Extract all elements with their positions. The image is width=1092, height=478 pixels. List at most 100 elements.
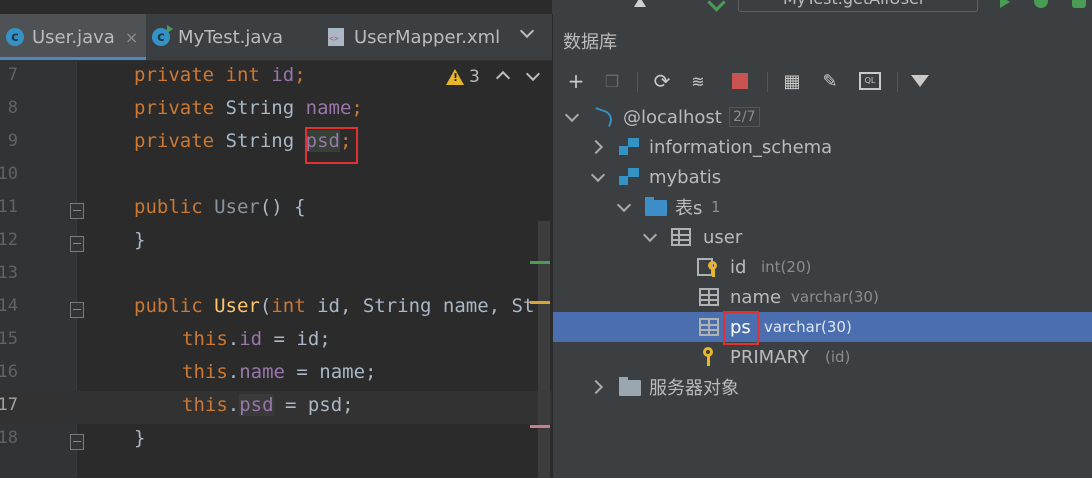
coverage-icon[interactable] <box>1072 0 1086 8</box>
code-text: public User(int id, String name, St <box>134 295 535 317</box>
highlight-box-ps <box>723 311 759 345</box>
editor-scrollbar[interactable] <box>538 221 550 478</box>
fold-marker-icon[interactable] <box>70 203 84 219</box>
code-line: 14 public User(int id, String name, St <box>0 292 552 325</box>
code-text: this.name = name; <box>182 361 377 383</box>
code-line-current: 17 this.psd = psd; <box>0 391 552 424</box>
previous-highlight-icon[interactable] <box>495 70 511 86</box>
warning-marker <box>530 301 550 304</box>
code-line: 9 private String psd; <box>0 127 552 160</box>
fold-marker-icon[interactable] <box>70 434 84 450</box>
tree-node-localhost[interactable]: @localhost 2/7 <box>553 102 1092 132</box>
code-line: 12 } <box>0 226 552 259</box>
warning-icon <box>446 69 464 85</box>
chevron-right-icon[interactable] <box>588 379 604 395</box>
code-text: this.id = id; <box>182 328 331 350</box>
line-number: 11 <box>0 197 18 217</box>
code-line: 15 this.id = id; <box>0 325 552 358</box>
close-icon[interactable]: × <box>125 28 138 47</box>
xml-file-icon <box>328 28 344 46</box>
host-label: @localhost <box>623 106 722 128</box>
add-icon[interactable]: + <box>565 69 587 93</box>
tree-node-server-objects[interactable]: 服务器对象 <box>553 372 1092 402</box>
code-text: } <box>134 229 146 251</box>
schema-count-badge: 2/7 <box>729 107 760 127</box>
tab-user-java[interactable]: c User.java × <box>0 14 146 60</box>
table-view-icon[interactable]: ▦ <box>781 70 803 92</box>
tree-node-primary-key[interactable]: PRIMARY (id) <box>553 342 1092 372</box>
tree-node-column-id[interactable]: id int(20) <box>553 252 1092 282</box>
line-number: 8 <box>7 98 18 118</box>
run-icon[interactable] <box>1000 0 1010 8</box>
code-text: } <box>134 427 146 449</box>
class-icon: c <box>6 28 24 46</box>
table-label: user <box>703 226 743 248</box>
table-icon <box>671 228 691 246</box>
code-text: private String name; <box>134 97 363 119</box>
line-number: 16 <box>0 362 18 382</box>
code-text: public User() { <box>134 196 306 218</box>
tree-node-column-ps[interactable]: ps varchar(30) <box>553 311 1092 345</box>
tree-node-information-schema[interactable]: information_schema <box>553 132 1092 162</box>
table-count: 1 <box>711 198 721 216</box>
schema-label: mybatis <box>649 166 722 188</box>
inspection-widget[interactable]: 3 <box>446 67 480 87</box>
code-line: 7 private int id; 3 <box>0 61 552 94</box>
tree-node-user-table[interactable]: user <box>553 222 1092 252</box>
fold-marker-icon[interactable] <box>70 236 84 252</box>
code-text: this.psd = psd; <box>182 394 354 416</box>
database-toolbar: + ❐ ⟳ ≋ ▦ ✎ QL <box>553 64 1092 100</box>
fold-marker-icon[interactable] <box>70 302 84 318</box>
editor-tab-bar: c User.java × c MyTest.java UserMapper.x… <box>0 14 552 61</box>
chevron-down-icon[interactable] <box>519 23 535 39</box>
console-icon[interactable]: QL <box>859 70 881 92</box>
error-marker <box>530 425 550 428</box>
run-toolbar: MyTest.getAllUser <box>552 0 1092 14</box>
upload-icon[interactable] <box>634 0 646 7</box>
code-line: 16 this.name = name; <box>0 358 552 391</box>
line-number: 12 <box>0 230 18 250</box>
tab-mytest-java[interactable]: c MyTest.java <box>152 14 283 60</box>
chevron-down-icon[interactable] <box>564 107 580 123</box>
key-icon <box>699 347 719 367</box>
code-editor[interactable]: 7 private int id; 3 8 private String nam… <box>0 61 552 478</box>
chevron-right-icon[interactable] <box>588 139 604 155</box>
tab-usermapper-xml[interactable]: UserMapper.xml <box>328 14 500 60</box>
schema-label: information_schema <box>649 136 833 158</box>
code-line: 11 public User() { <box>0 193 552 226</box>
folder-icon <box>645 197 667 216</box>
stop-icon[interactable] <box>729 70 751 92</box>
line-number: 7 <box>7 65 18 85</box>
code-text: private int id; <box>134 64 306 86</box>
column-name: id <box>730 256 747 278</box>
tree-node-tables[interactable]: 表s 1 <box>553 192 1092 222</box>
tab-label: User.java <box>32 26 115 48</box>
back-arrow-icon[interactable] <box>707 0 726 12</box>
tab-label: UserMapper.xml <box>354 26 501 48</box>
warning-count: 3 <box>469 67 480 87</box>
line-number: 18 <box>0 428 18 448</box>
column-icon <box>699 318 719 336</box>
run-config-select[interactable]: MyTest.getAllUser <box>738 0 978 12</box>
primary-key-column-icon <box>697 257 721 277</box>
duplicate-icon[interactable]: ❐ <box>601 70 623 92</box>
chevron-down-icon[interactable] <box>642 227 658 243</box>
chevron-down-icon[interactable] <box>616 197 632 213</box>
next-highlight-icon[interactable] <box>525 66 541 82</box>
line-number: 15 <box>0 329 18 349</box>
column-type: varchar(30) <box>791 288 879 306</box>
tree-node-column-name[interactable]: name varchar(30) <box>553 282 1092 312</box>
folder-label: 服务器对象 <box>649 378 739 399</box>
refresh-icon[interactable]: ⟳ <box>651 69 673 93</box>
column-type: int(20) <box>761 258 812 276</box>
run-config-label: MyTest.getAllUser <box>783 0 925 8</box>
line-number: 13 <box>0 263 18 283</box>
chevron-down-icon[interactable] <box>590 167 606 183</box>
schema-sync-icon[interactable]: ≋ <box>687 70 709 92</box>
edit-icon[interactable]: ✎ <box>819 70 841 92</box>
toolbar-separator <box>767 72 768 92</box>
debug-icon[interactable] <box>1034 0 1048 8</box>
filter-icon[interactable] <box>909 70 931 92</box>
tree-node-mybatis[interactable]: mybatis <box>553 162 1092 192</box>
highlight-box-psd <box>305 127 358 164</box>
